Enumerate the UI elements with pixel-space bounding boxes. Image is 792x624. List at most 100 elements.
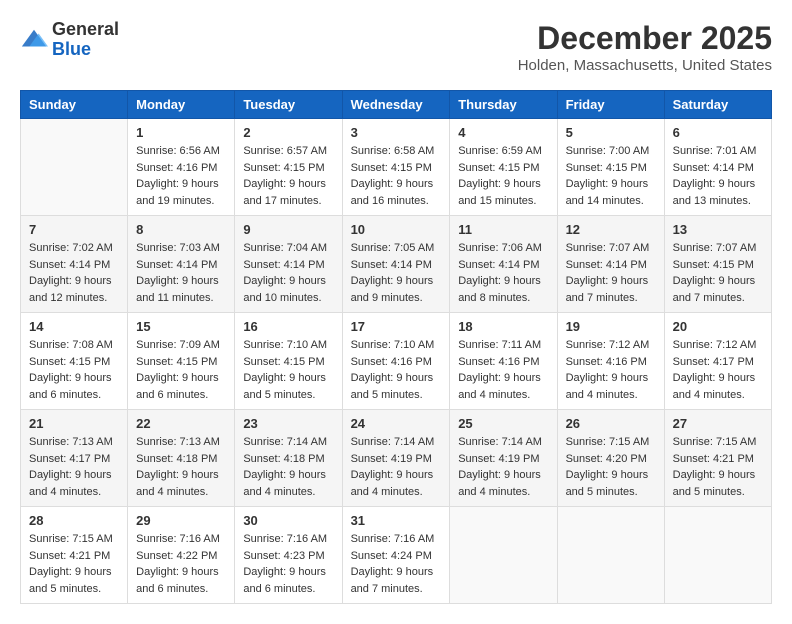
daylight-text: Daylight: 9 hours and 15 minutes. [458,178,541,207]
daylight-text: Daylight: 9 hours and 10 minutes. [243,275,326,304]
day-info: Sunrise: 7:15 AMSunset: 4:21 PMDaylight:… [673,434,763,500]
day-cell: 3Sunrise: 6:58 AMSunset: 4:15 PMDaylight… [342,119,450,216]
daylight-text: Daylight: 9 hours and 4 minutes. [136,469,219,498]
sunrise-text: Sunrise: 7:01 AM [673,145,757,157]
day-cell: 9Sunrise: 7:04 AMSunset: 4:14 PMDaylight… [235,216,342,313]
sunrise-text: Sunrise: 6:57 AM [243,145,327,157]
day-number: 24 [351,416,442,431]
header-cell-friday: Friday [557,91,664,119]
day-info: Sunrise: 7:14 AMSunset: 4:18 PMDaylight:… [243,434,333,500]
day-info: Sunrise: 7:13 AMSunset: 4:18 PMDaylight:… [136,434,226,500]
day-number: 7 [29,222,119,237]
day-cell: 17Sunrise: 7:10 AMSunset: 4:16 PMDayligh… [342,313,450,410]
sunset-text: Sunset: 4:23 PM [243,550,324,562]
daylight-text: Daylight: 9 hours and 5 minutes. [566,469,649,498]
sunset-text: Sunset: 4:15 PM [351,162,432,174]
week-row-2: 7Sunrise: 7:02 AMSunset: 4:14 PMDaylight… [21,216,772,313]
sunrise-text: Sunrise: 7:14 AM [243,436,327,448]
sunset-text: Sunset: 4:15 PM [243,356,324,368]
logo-icon [20,26,48,54]
title-block: December 2025 Holden, Massachusetts, Uni… [518,20,772,74]
daylight-text: Daylight: 9 hours and 5 minutes. [29,566,112,595]
sunset-text: Sunset: 4:18 PM [136,453,217,465]
calendar-header: SundayMondayTuesdayWednesdayThursdayFrid… [21,91,772,119]
sunset-text: Sunset: 4:19 PM [458,453,539,465]
sunset-text: Sunset: 4:20 PM [566,453,647,465]
sunset-text: Sunset: 4:14 PM [566,259,647,271]
day-info: Sunrise: 7:14 AMSunset: 4:19 PMDaylight:… [351,434,442,500]
sunrise-text: Sunrise: 7:10 AM [243,339,327,351]
day-number: 26 [566,416,656,431]
day-info: Sunrise: 7:12 AMSunset: 4:17 PMDaylight:… [673,337,763,403]
day-number: 12 [566,222,656,237]
logo-text: General Blue [52,20,119,60]
day-number: 23 [243,416,333,431]
week-row-3: 14Sunrise: 7:08 AMSunset: 4:15 PMDayligh… [21,313,772,410]
header-cell-saturday: Saturday [664,91,771,119]
sunset-text: Sunset: 4:14 PM [243,259,324,271]
day-number: 5 [566,125,656,140]
day-info: Sunrise: 7:10 AMSunset: 4:16 PMDaylight:… [351,337,442,403]
logo: General Blue [20,20,119,60]
daylight-text: Daylight: 9 hours and 6 minutes. [136,372,219,401]
header-cell-monday: Monday [128,91,235,119]
day-number: 1 [136,125,226,140]
day-info: Sunrise: 7:07 AMSunset: 4:15 PMDaylight:… [673,240,763,306]
day-info: Sunrise: 7:13 AMSunset: 4:17 PMDaylight:… [29,434,119,500]
day-cell [21,119,128,216]
location: Holden, Massachusetts, United States [518,57,772,74]
day-cell: 5Sunrise: 7:00 AMSunset: 4:15 PMDaylight… [557,119,664,216]
sunset-text: Sunset: 4:19 PM [351,453,432,465]
sunrise-text: Sunrise: 7:00 AM [566,145,650,157]
day-cell: 14Sunrise: 7:08 AMSunset: 4:15 PMDayligh… [21,313,128,410]
daylight-text: Daylight: 9 hours and 8 minutes. [458,275,541,304]
day-cell: 22 Sunrise: 7:13 AMSunset: 4:18 PMDayligh… [128,410,235,507]
day-info: Sunrise: 7:05 AMSunset: 4:14 PMDaylight:… [351,240,442,306]
day-cell: 6Sunrise: 7:01 AMSunset: 4:14 PMDaylight… [664,119,771,216]
sunset-text: Sunset: 4:21 PM [29,550,110,562]
daylight-text: Daylight: 9 hours and 17 minutes. [243,178,326,207]
day-cell: 19 Sunrise: 7:12 AMSunset: 4:16 PMDayligh… [557,313,664,410]
day-cell: 31Sunrise: 7:16 AMSunset: 4:24 PMDayligh… [342,507,450,604]
day-number: 6 [673,125,763,140]
sunrise-text: Sunrise: 7:07 AM [673,242,757,254]
day-cell: 16Sunrise: 7:10 AMSunset: 4:15 PMDayligh… [235,313,342,410]
sunrise-text: Sunrise: 7:16 AM [351,533,435,545]
sunset-text: Sunset: 4:14 PM [673,162,754,174]
sunrise-text: Sunrise: 7:11 AM [458,339,541,351]
calendar-table: SundayMondayTuesdayWednesdayThursdayFrid… [20,90,772,604]
daylight-text: Daylight: 9 hours and 7 minutes. [673,275,756,304]
day-cell: 4Sunrise: 6:59 AMSunset: 4:15 PMDaylight… [450,119,557,216]
daylight-text: Daylight: 9 hours and 5 minutes. [351,372,434,401]
sunrise-text: Sunrise: 6:56 AM [136,145,220,157]
daylight-text: Daylight: 9 hours and 6 minutes. [136,566,219,595]
daylight-text: Daylight: 9 hours and 5 minutes. [673,469,756,498]
day-info: Sunrise: 7:15 AMSunset: 4:20 PMDaylight:… [566,434,656,500]
daylight-text: Daylight: 9 hours and 4 minutes. [29,469,112,498]
sunrise-text: Sunrise: 7:07 AM [566,242,650,254]
day-info: Sunrise: 7:04 AM Sunset: 4:14 PM Daylight:… [243,240,333,306]
day-info: Sunrise: 7:15 AMSunset: 4:21 PMDaylight:… [29,531,119,597]
day-info: Sunrise: 7:12 AMSunset: 4:16 PMDaylight:… [566,337,656,403]
daylight-text: Daylight: 9 hours and 4 minutes. [458,469,541,498]
sunrise-text: Sunrise: 7:12 AM [673,339,757,351]
sunrise-text: Sunrise: 6:58 AM [351,145,435,157]
day-number: 19 [566,319,656,334]
day-info: Sunrise: 7:11 AMSunset: 4:16 PMDaylight:… [458,337,548,403]
day-cell: 12Sunrise: 7:07 AMSunset: 4:14 PMDayligh… [557,216,664,313]
day-number: 28 [29,513,119,528]
day-number: 22 [136,416,226,431]
sunset-text: Sunset: 4:14 PM [458,259,539,271]
day-number: 31 [351,513,442,528]
sunset-text: Sunset: 4:15 PM [243,162,324,174]
day-info: Sunrise: 7:09 AMSunset: 4:15 PMDaylight:… [136,337,226,403]
daylight-text: Daylight: 9 hours and 4 minutes. [673,372,756,401]
daylight-text: Daylight: 9 hours and 4 minutes. [351,469,434,498]
day-number: 21 [29,416,119,431]
day-number: 2 [243,125,333,140]
header-cell-tuesday: Tuesday [235,91,342,119]
day-number: 3 [351,125,442,140]
sunrise-text: Sunrise: 7:04 AM [243,242,327,254]
daylight-text: Daylight: 9 hours and 9 minutes. [351,275,434,304]
day-number: 15 [136,319,226,334]
